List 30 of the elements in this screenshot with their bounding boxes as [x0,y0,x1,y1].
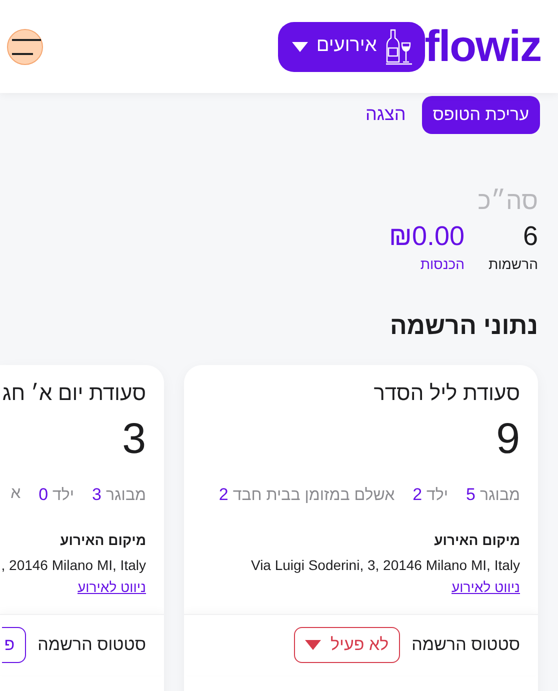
totals-title: סה״כ [476,186,539,215]
navigate-link[interactable]: ניווט לאירוע [78,577,146,598]
location-label: מיקום האירוע [59,531,146,550]
tab[interactable]: עריכת הטופס [422,96,540,134]
stat-label: הכנסות [419,255,464,274]
count-label: א [10,484,21,504]
card-title: סעודת ליל הסדר [372,381,520,406]
menu-icon [9,38,41,56]
card-total: 3 [121,414,146,466]
stat-value: ₪0.00 [389,220,464,253]
address-text: , 20146 Milano MI, Italy [1,556,146,576]
menu-button[interactable] [7,29,43,65]
card-title: סעודת יום א׳ חג [1,381,146,406]
status-label: סטטוס הרשמה [38,634,146,656]
stat-label: הרשמות [488,255,538,274]
stat-value: 6 [522,220,538,253]
address-text: Via Luigi Soderini, 3, 20146 Milano MI, Italy [250,556,520,576]
events-button[interactable]: אירועים [278,22,425,72]
card-total: 9 [495,414,520,466]
status-label: סטטוס הרשמה [412,634,520,656]
caret-icon [292,42,308,52]
caret-icon [304,640,321,650]
location-label: מיקום האירוע [433,531,520,550]
status-dropdown[interactable]: לא פעיל [294,627,400,663]
section-title: נתוני הרשמה [388,311,539,342]
status-dropdown[interactable]: פ [2,627,26,663]
navigate-link[interactable]: ניווט לאירוע [452,577,520,598]
tab[interactable]: הצגה [366,97,406,132]
logo[interactable]: flowiz [424,24,541,68]
wine-icon [384,28,413,64]
